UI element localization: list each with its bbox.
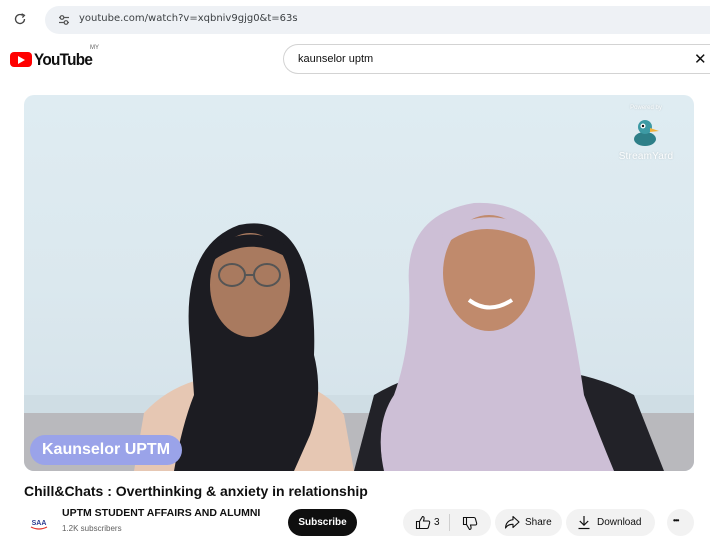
lower-third-banner: Kaunselor UPTM	[30, 435, 183, 465]
video-title: Chill&Chats : Overthinking & anxiety in …	[24, 483, 368, 499]
address-bar[interactable]: youtube.com/watch?v=xqbniv9gjg0&t=63s	[45, 6, 710, 34]
video-frame	[24, 202, 694, 471]
like-divider	[449, 514, 450, 531]
watermark-powered-text: Powered by	[630, 105, 662, 111]
like-count[interactable]: 3	[434, 517, 440, 528]
download-label: Download	[597, 517, 642, 528]
more-icon: •••	[673, 516, 679, 525]
url-text[interactable]: youtube.com/watch?v=xqbniv9gjg0&t=63s	[79, 13, 298, 24]
thumbs-down-icon[interactable]	[462, 516, 478, 531]
download-button[interactable]: Download	[566, 509, 655, 536]
reload-icon[interactable]	[13, 12, 27, 26]
streamyard-watermark: Powered by StreamYard	[606, 105, 686, 165]
share-icon	[504, 515, 520, 529]
search-input[interactable]: kaunselor uptm ✕	[283, 44, 710, 74]
youtube-header: YouTube MY kaunselor uptm ✕	[0, 40, 710, 80]
watermark-brand-text: StreamYard	[618, 151, 674, 162]
clear-icon[interactable]: ✕	[694, 52, 707, 67]
subscribe-button[interactable]: Subscribe	[288, 509, 357, 536]
svg-text:SAA: SAA	[32, 520, 47, 527]
video-player[interactable]: Powered by StreamYard Kaunselor UPTM	[24, 95, 694, 471]
region-code: MY	[90, 45, 99, 51]
channel-avatar[interactable]: SAA	[26, 509, 52, 535]
channel-name[interactable]: UPTM STUDENT AFFAIRS AND ALUMNI	[62, 507, 260, 519]
site-info-icon[interactable]	[57, 13, 71, 27]
search-query[interactable]: kaunselor uptm	[298, 53, 373, 65]
share-button[interactable]: Share	[495, 509, 562, 536]
youtube-logo-icon	[10, 52, 32, 67]
subscriber-count: 1.2K subscribers	[62, 524, 122, 533]
youtube-logo[interactable]: YouTube MY	[10, 45, 105, 71]
share-label: Share	[525, 517, 552, 528]
thumbs-up-icon[interactable]	[415, 515, 431, 530]
youtube-logo-text: YouTube	[34, 50, 93, 69]
browser-toolbar: youtube.com/watch?v=xqbniv9gjg0&t=63s	[0, 0, 710, 40]
download-icon	[578, 516, 590, 530]
duck-icon	[634, 120, 659, 146]
like-dislike-group: 3	[403, 509, 491, 536]
more-button[interactable]: •••	[667, 509, 694, 536]
